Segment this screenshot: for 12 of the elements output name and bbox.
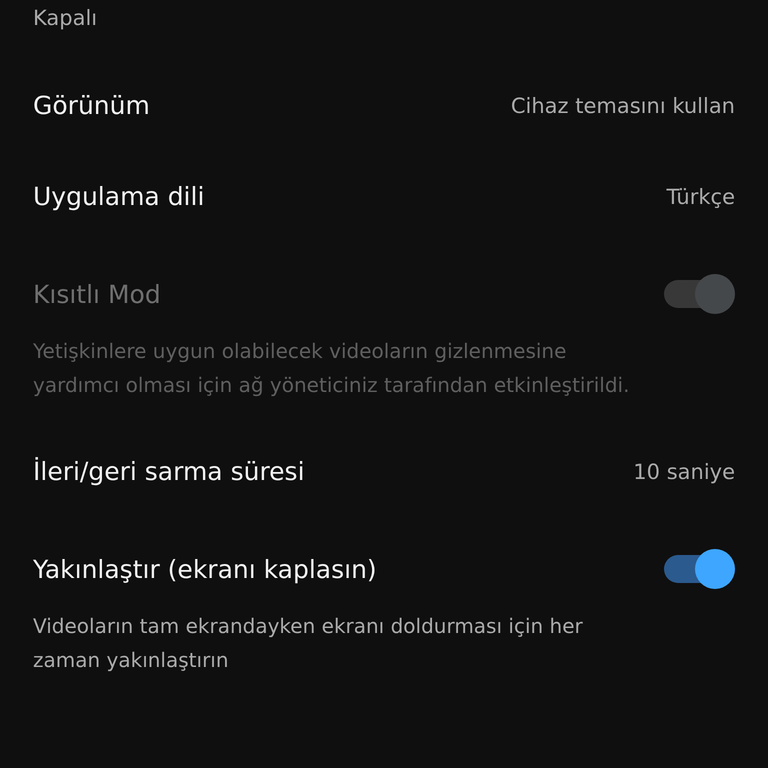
setting-description: Videoların tam ekrandayken ekranı doldurması için her zaman yakınlaştırın (33, 613, 584, 674)
setting-value[interactable]: Cihaz temasını kullan (510, 94, 735, 118)
setting-title: Yakınlaştır (ekranı kaplasın) (33, 554, 377, 584)
setting-title[interactable]: İleri/geri sarma süresi (33, 457, 305, 486)
toggle-switch[interactable] (664, 549, 735, 589)
setting-title[interactable]: Uygulama dili (33, 182, 204, 211)
setting-value: Kapalı (33, 5, 98, 32)
setting-value[interactable]: Türkçe (666, 184, 735, 208)
setting-title: Kısıtlı Mod (33, 280, 161, 308)
setting-description: Yetişkinlere uygun olabilecek videoların gizlenmesine yardımcı olması için ağ yöneticiniz tarafından etkinleştirildi. (33, 338, 630, 399)
setting-title[interactable]: Görünüm (33, 91, 150, 120)
setting-value[interactable]: 10 saniye (633, 460, 735, 484)
